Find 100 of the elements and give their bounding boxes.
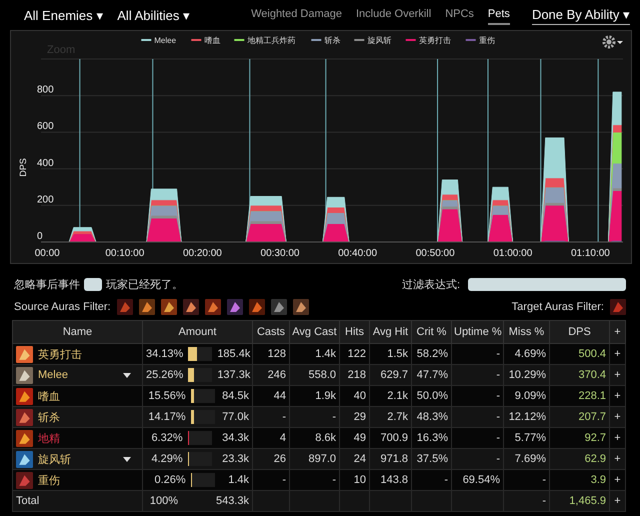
table-cell: 69.54% [462, 474, 500, 486]
y-tick-label: 800 [37, 84, 54, 96]
table-cell: - [496, 432, 500, 444]
aura-icon[interactable] [160, 299, 177, 315]
legend-item[interactable]: Melee [141, 36, 176, 45]
column-header[interactable]: Casts [252, 320, 290, 344]
dps-value: 228.1 [578, 390, 606, 402]
legend-item[interactable]: 斩杀 [311, 36, 340, 45]
legend-label: 地精工兵炸药 [246, 36, 296, 45]
aura-icon[interactable] [138, 299, 155, 315]
table-cell: 24 [354, 453, 366, 465]
table-cell: - [496, 453, 500, 465]
aura-icon[interactable] [248, 299, 265, 315]
x-tick-label: 00:30:00 [260, 248, 300, 259]
table-cell: 897.0 [308, 453, 336, 465]
table-cell: 2.7k [387, 411, 408, 423]
total-label: Total [16, 495, 40, 507]
table-cell: 9.09% [514, 390, 546, 402]
y-tick-label: 400 [37, 158, 54, 169]
column-header[interactable]: Miss % [504, 320, 550, 344]
view-dropdown[interactable]: Done By Ability ▾ [532, 5, 630, 25]
settings-icon[interactable] [602, 36, 623, 48]
column-header[interactable]: DPS [550, 320, 610, 344]
table-cell: 12.12% [508, 411, 546, 423]
aura-icon[interactable] [270, 299, 287, 315]
percent-text: 6.32% [151, 432, 183, 444]
table-cell: 629.7 [380, 369, 408, 381]
legend-item[interactable]: 重伤 [466, 36, 495, 45]
table-cell: 143.8 [380, 474, 408, 486]
table-cell: 37.5% [416, 453, 448, 465]
option-label: 忽略事后事件 [14, 278, 80, 292]
amount-text: 1.4k [228, 474, 249, 486]
aura-filter-label: Source Auras Filter: [14, 301, 111, 313]
y-tick-label: 600 [37, 121, 54, 132]
aura-icon[interactable] [182, 299, 199, 315]
table-cell: 1.9k [315, 390, 336, 402]
amount-text: 137.3k [217, 369, 250, 381]
column-header[interactable]: Avg Hit [370, 320, 412, 344]
legend-item[interactable]: 地精工兵炸药 [234, 36, 296, 45]
table-cell: - [496, 390, 500, 402]
table-cell: 2.1k [387, 390, 408, 402]
table-cell: - [444, 474, 448, 486]
aura-icon[interactable] [226, 299, 243, 315]
table-cell: - [282, 474, 286, 486]
filter-field[interactable] [468, 278, 626, 290]
ability-icon [16, 408, 33, 426]
filter-dropdown[interactable]: All Abilities ▾ [117, 8, 190, 22]
table-cell: 4 [280, 432, 286, 444]
expand-caret-icon[interactable] [123, 372, 131, 378]
amount-text: 543.3k [216, 495, 249, 507]
table-cell: 10.29% [508, 369, 546, 381]
x-tick-label: 00:50:00 [416, 248, 455, 259]
toggle-tab[interactable]: Include Overkill [356, 5, 432, 25]
dps-value: 92.7 [584, 432, 606, 444]
column-header[interactable]: Hits [340, 320, 370, 344]
toggle-tab[interactable]: Weighted Damage [251, 5, 342, 25]
expand-caret-icon[interactable] [123, 456, 131, 462]
table-cell: 4.69% [514, 348, 546, 360]
input-field[interactable] [84, 278, 102, 290]
legend-label: 斩杀 [324, 36, 340, 45]
table-cell: - [332, 474, 336, 486]
legend-label: 英勇打击 [418, 36, 451, 45]
column-header[interactable]: Avg Cast [290, 320, 340, 344]
dps-value: 62.9 [584, 453, 606, 465]
toggle-tab[interactable]: NPCs [445, 5, 474, 25]
column-header[interactable]: Uptime % [452, 320, 504, 344]
amount-text: 185.4k [217, 348, 250, 360]
table-cell: 971.8 [380, 453, 408, 465]
toggle-tab[interactable]: Pets [488, 5, 510, 25]
percent-text: 25.26% [146, 369, 184, 381]
aura-icon[interactable] [292, 299, 309, 315]
table-cell: 8.6k [315, 432, 336, 444]
amount-text: 77.0k [222, 411, 249, 423]
column-header[interactable]: Crit % [412, 320, 452, 344]
table-cell: 1.4k [315, 348, 336, 360]
x-tick-label: 00:40:00 [338, 248, 378, 259]
aura-icon[interactable] [116, 299, 133, 315]
x-tick-label: 00:00 [34, 248, 60, 259]
table-cell: - [496, 369, 500, 381]
legend-item[interactable]: 嗜血 [191, 36, 220, 45]
column-header[interactable]: Amount [142, 320, 252, 344]
table-cell: 122 [348, 348, 366, 360]
column-header[interactable]: + [610, 320, 626, 344]
legend-item[interactable]: 英勇打击 [406, 36, 451, 45]
legend-item[interactable]: 旋风斩 [354, 36, 392, 45]
dps-value: 500.4 [578, 348, 606, 360]
dps-value: 1,465.9 [569, 495, 606, 507]
filter-dropdown[interactable]: All Enemies ▾ [24, 8, 104, 22]
aura-icon[interactable] [204, 299, 221, 315]
filter-label: 过滤表达式: [402, 278, 460, 292]
ability-icon [16, 430, 33, 446]
table-cell: - [542, 495, 546, 507]
dps-value: 370.4 [578, 369, 606, 381]
table-cell: 58.2% [416, 348, 448, 360]
x-tick-label: 00:20:00 [182, 248, 222, 259]
column-header[interactable]: Name [12, 320, 142, 344]
x-tick-label: 01:10:00 [570, 248, 610, 259]
y-axis-label: DPS [18, 158, 28, 177]
table-cell: 10 [354, 474, 366, 486]
table-cell: 50.0% [416, 390, 448, 402]
